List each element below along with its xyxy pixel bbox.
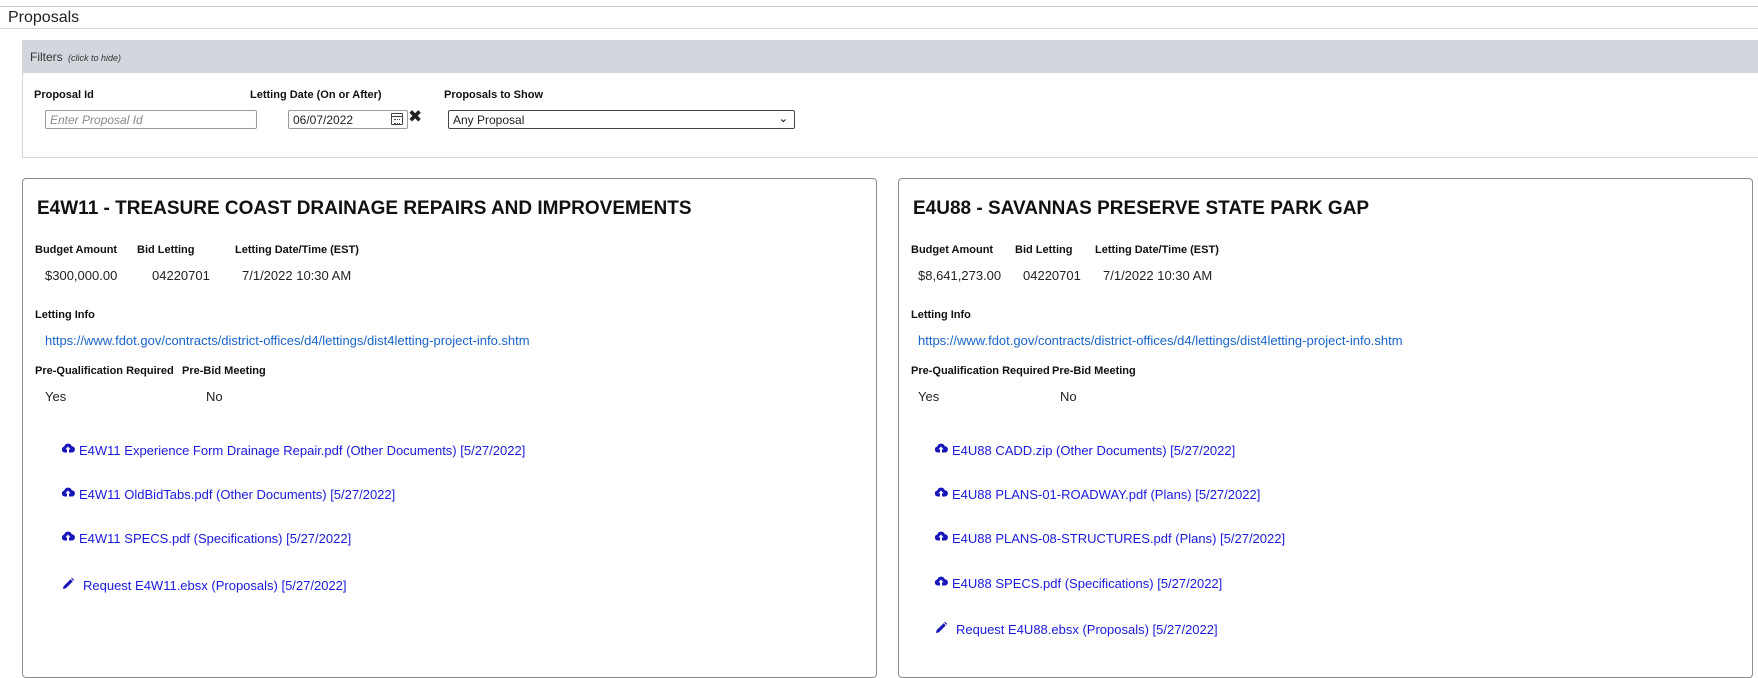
document-link[interactable]: E4U88 CADD.zip (Other Documents) [5/27/2…	[934, 443, 1235, 458]
letting-info-label: Letting Info	[911, 309, 971, 321]
proposal-title: E4W11 - TREASURE COAST DRAINAGE REPAIRS …	[37, 198, 692, 219]
proposal-title: E4U88 - SAVANNAS PRESERVE STATE PARK GAP	[913, 198, 1370, 219]
document-link[interactable]: E4U88 PLANS-08-STRUCTURES.pdf (Plans) [5…	[934, 531, 1285, 546]
title-divider	[0, 28, 1758, 29]
cloud-download-icon	[61, 531, 77, 546]
prebid-value: No	[206, 389, 223, 404]
chevron-down-icon: ⌄	[778, 113, 788, 125]
document-link[interactable]: E4W11 Experience Form Drainage Repair.pd…	[61, 443, 525, 458]
filters-panel: Filters (click to hide) Proposal Id Lett…	[22, 40, 1758, 158]
document-link-text: E4U88 PLANS-01-ROADWAY.pdf (Plans) [5/27…	[952, 487, 1261, 502]
letting-date-label: Letting Date (On or After)	[250, 89, 382, 101]
letting-date-value: 06/07/2022	[293, 113, 354, 127]
request-proposal-link[interactable]: Request E4W11.ebsx (Proposals) [5/27/202…	[61, 577, 347, 594]
document-link-text: E4W11 OldBidTabs.pdf (Other Documents) […	[79, 487, 396, 502]
letting-info-link[interactable]: https://www.fdot.gov/contracts/district-…	[45, 333, 530, 348]
document-link-text: E4U88 SPECS.pdf (Specifications) [5/27/2…	[952, 576, 1223, 591]
prequal-value: Yes	[918, 389, 940, 404]
document-link-text: E4W11 Experience Form Drainage Repair.pd…	[79, 443, 526, 458]
clear-date-icon[interactable]: ✖	[408, 107, 422, 127]
proposals-to-show-value: Any Proposal	[453, 113, 525, 127]
document-link-text: Request E4W11.ebsx (Proposals) [5/27/202…	[83, 578, 347, 593]
budget-amount-value: $8,641,273.00	[918, 268, 1002, 283]
document-link[interactable]: E4U88 SPECS.pdf (Specifications) [5/27/2…	[934, 576, 1222, 591]
letting-time-label: Letting Date/Time (EST)	[235, 244, 359, 256]
letting-time-value: 7/1/2022 10:30 AM	[1103, 268, 1213, 283]
proposal-id-input[interactable]	[45, 110, 257, 129]
cloud-download-icon	[61, 443, 77, 458]
budget-amount-label: Budget Amount	[911, 244, 994, 256]
cloud-download-icon	[934, 487, 950, 502]
letting-time-value: 7/1/2022 10:30 AM	[242, 268, 352, 283]
budget-amount-value: $300,000.00	[45, 268, 118, 283]
top-divider	[0, 6, 1758, 7]
proposal-id-label: Proposal Id	[34, 89, 94, 101]
document-link-text: E4U88 PLANS-08-STRUCTURES.pdf (Plans) [5…	[952, 531, 1286, 546]
letting-info-label: Letting Info	[35, 309, 95, 321]
prebid-label: Pre-Bid Meeting	[182, 365, 266, 377]
document-link[interactable]: E4W11 SPECS.pdf (Specifications) [5/27/2…	[61, 531, 351, 546]
document-link[interactable]: E4W11 OldBidTabs.pdf (Other Documents) […	[61, 487, 395, 502]
letting-time-label: Letting Date/Time (EST)	[1095, 244, 1219, 256]
cloud-download-icon	[934, 576, 950, 591]
document-link-text: Request E4U88.ebsx (Proposals) [5/27/202…	[956, 622, 1218, 637]
filters-hide-hint: (click to hide)	[68, 53, 122, 63]
cloud-download-icon	[934, 531, 950, 546]
document-link-text: E4W11 SPECS.pdf (Specifications) [5/27/2…	[79, 531, 352, 546]
proposals-to-show-select[interactable]: Any Proposal ⌄	[448, 110, 795, 129]
letting-info-link[interactable]: https://www.fdot.gov/contracts/district-…	[918, 333, 1403, 348]
bid-letting-value: 04220701	[1023, 268, 1081, 283]
document-link[interactable]: E4U88 PLANS-01-ROADWAY.pdf (Plans) [5/27…	[934, 487, 1260, 502]
prequal-value: Yes	[45, 389, 67, 404]
prebid-label: Pre-Bid Meeting	[1052, 365, 1136, 377]
calendar-icon[interactable]	[391, 113, 403, 125]
bid-letting-label: Bid Letting	[1015, 244, 1073, 256]
bid-letting-label: Bid Letting	[137, 244, 195, 256]
page-title: Proposals	[8, 9, 80, 26]
filters-toggle-header[interactable]: Filters (click to hide)	[23, 41, 1758, 73]
prequal-label: Pre-Qualification Required	[911, 365, 1050, 377]
budget-amount-label: Budget Amount	[35, 244, 118, 256]
cloud-download-icon	[934, 443, 950, 458]
pencil-icon	[61, 577, 77, 594]
request-proposal-link[interactable]: Request E4U88.ebsx (Proposals) [5/27/202…	[934, 621, 1218, 638]
document-link-text: E4U88 CADD.zip (Other Documents) [5/27/2…	[952, 443, 1236, 458]
proposal-card: E4U88 - SAVANNAS PRESERVE STATE PARK GAP…	[898, 178, 1753, 678]
bid-letting-value: 04220701	[152, 268, 210, 283]
pencil-icon	[934, 621, 950, 638]
prequal-label: Pre-Qualification Required	[35, 365, 174, 377]
cloud-download-icon	[61, 487, 77, 502]
proposal-card: E4W11 - TREASURE COAST DRAINAGE REPAIRS …	[22, 178, 877, 678]
letting-date-input[interactable]: 06/07/2022	[288, 110, 408, 129]
filters-header-label: Filters	[30, 50, 63, 64]
proposals-to-show-label: Proposals to Show	[444, 89, 544, 101]
prebid-value: No	[1060, 389, 1077, 404]
